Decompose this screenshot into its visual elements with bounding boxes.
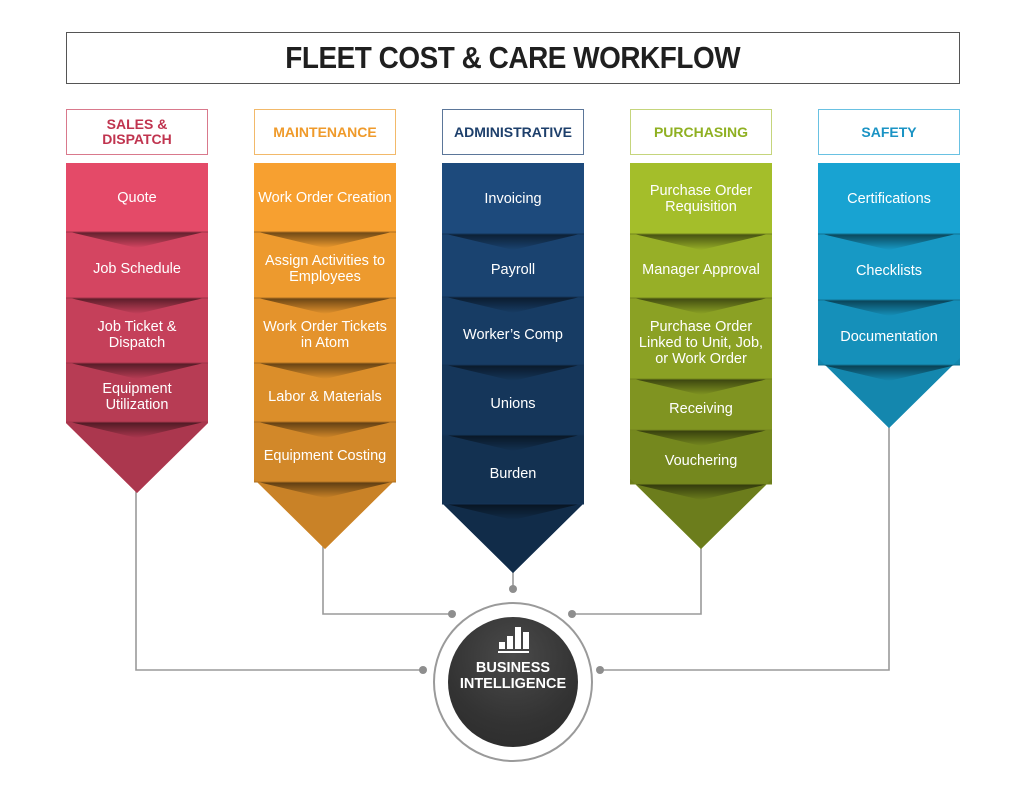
workflow-step: Equipment Costing — [263, 448, 387, 464]
workflow-step: Equipment Utilization — [102, 380, 172, 413]
workflow-step: Checklists — [855, 263, 923, 279]
workflow-step: Job Ticket & Dispatch — [97, 318, 177, 351]
hub-label-line: BUSINESS — [475, 660, 551, 676]
ribbon-maintenance: Work Order Creation Assign Activities to … — [254, 163, 396, 549]
workflow-step: Labor & Materials — [268, 388, 382, 405]
workflow-step: Vouchering — [664, 453, 738, 469]
category-purchasing: PURCHASING — [630, 109, 772, 155]
category-label: MAINTENANCE — [273, 123, 377, 140]
workflow-step: Receiving — [669, 400, 733, 417]
ribbon-administrative: Invoicing Payroll Worker’s Comp Unions Burde… — [442, 163, 584, 573]
bar-chart-icon — [498, 627, 529, 653]
category-label-line: SALES & — [106, 116, 168, 132]
workflow-step: Manager Approval — [642, 262, 760, 278]
hub-label: BUSINESS INTELLIGENCE — [433, 660, 593, 692]
category-sales-dispatch: SALES & DISPATCH — [66, 109, 208, 155]
workflow-step: Purchase Order Linked to Unit, Job, or W… — [638, 318, 764, 367]
ribbon-sales-dispatch: Quote Job Schedule Job Ticket & Dispatch Eq… — [66, 163, 208, 493]
workflow-step: Documentation — [840, 328, 938, 345]
workflow-step: Work Order Tickets in Atom — [263, 318, 387, 351]
category-label: SAFETY — [861, 123, 917, 140]
workflow-step: Unions — [490, 396, 536, 412]
workflow-step: Purchase Order Requisition — [649, 182, 753, 215]
workflow-step: Assign Activities to Employees — [264, 253, 386, 285]
workflow-step: Payroll — [490, 261, 536, 278]
ribbon-purchasing: Purchase Order Requisition Manager Approv… — [630, 163, 772, 549]
hub-label-line: INTELLIGENCE — [459, 676, 567, 692]
workflow-step: Job Schedule — [93, 261, 181, 277]
business-intelligence-hub: BUSINESS INTELLIGENCE — [433, 602, 593, 762]
category-administrative: ADMINISTRATIVE — [442, 109, 584, 155]
category-safety: SAFETY — [818, 109, 960, 155]
workflow-step: Worker’s Comp — [463, 327, 563, 343]
workflow-step: Quote — [117, 189, 157, 206]
category-label: PURCHASING — [653, 123, 749, 140]
workflow-step: Burden — [489, 465, 537, 482]
ribbon-safety: Certifications Checklists Documentation — [818, 163, 960, 428]
workflow-step: Work Order Creation — [258, 189, 392, 206]
category-label: ADMINISTRATIVE — [454, 123, 572, 140]
category-maintenance: MAINTENANCE — [254, 109, 396, 155]
category-label-line: DISPATCH — [102, 131, 172, 147]
workflow-step: Invoicing — [484, 190, 542, 207]
workflow-step: Certifications — [847, 190, 931, 207]
